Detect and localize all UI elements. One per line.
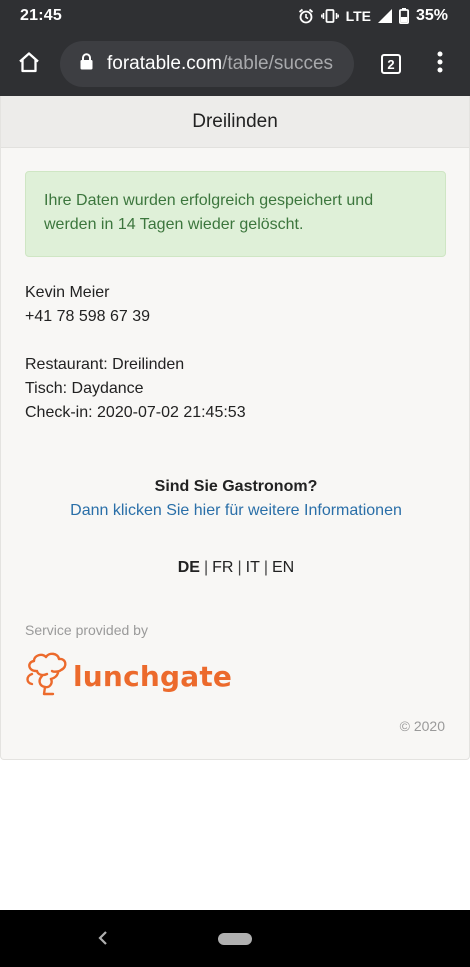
battery-icon [398, 8, 409, 24]
success-alert: Ihre Daten wurden erfolgreich gespeicher… [25, 171, 446, 257]
person-info: Kevin Meier +41 78 598 67 39 [25, 281, 150, 329]
lang-de[interactable]: DE [174, 559, 204, 577]
booking-table: Tisch: Daydance [25, 380, 144, 397]
navigation-bar [0, 910, 470, 967]
booking-checkin: Check-in: 2020-07-02 21:45:53 [25, 404, 246, 421]
vibrate-icon [320, 8, 339, 24]
home-pill-button[interactable] [218, 933, 252, 945]
alarm-icon [298, 8, 314, 24]
status-icons: LTE 35% [298, 7, 448, 25]
lang-en[interactable]: EN [268, 559, 298, 577]
signal-icon [377, 9, 392, 23]
page-title: Dreilinden [1, 96, 469, 148]
service-provided-text: Service provided by [25, 622, 148, 638]
address-bar[interactable]: foratable.com/table/succes [60, 41, 354, 87]
confirmation-card: Dreilinden Ihre Daten wurden erfolgreich… [0, 96, 470, 760]
back-icon[interactable] [97, 929, 109, 952]
tabs-button[interactable]: 2 [362, 32, 420, 96]
lock-icon [80, 53, 93, 75]
person-phone: +41 78 598 67 39 [25, 308, 151, 325]
home-icon [17, 50, 41, 79]
tabs-icon: 2 [381, 54, 401, 74]
home-button[interactable] [1, 32, 57, 96]
lang-fr[interactable]: FR [208, 559, 237, 577]
gastro-info-link[interactable]: Dann klicken Sie hier für weitere Inform… [1, 502, 470, 520]
more-menu-button[interactable] [420, 32, 460, 96]
logo-text: lunchgate [73, 660, 233, 693]
url-domain: foratable.com [107, 53, 223, 74]
lang-it[interactable]: IT [242, 559, 264, 577]
lunchgate-logo[interactable]: lunchgate [23, 652, 232, 701]
status-bar: 21:45 LTE 35% [0, 0, 470, 32]
more-vert-icon [437, 51, 443, 78]
language-switcher: DE | FR | IT | EN [1, 559, 470, 577]
person-name: Kevin Meier [25, 284, 110, 301]
url-path: /table/succes [222, 53, 334, 74]
url-text: foratable.com/table/succes [107, 53, 333, 75]
copyright: © 2020 [399, 718, 445, 734]
browser-toolbar: foratable.com/table/succes 2 [0, 32, 470, 96]
gastro-title: Sind Sie Gastronom? [154, 478, 318, 495]
battery-percent: 35% [415, 7, 448, 24]
booking-restaurant: Restaurant: Dreilinden [25, 356, 185, 373]
status-time: 21:45 [20, 7, 62, 24]
network-type: LTE [345, 8, 371, 24]
booking-info: Restaurant: Dreilinden Tisch: Daydance C… [25, 353, 246, 425]
chef-hat-icon [23, 652, 71, 701]
